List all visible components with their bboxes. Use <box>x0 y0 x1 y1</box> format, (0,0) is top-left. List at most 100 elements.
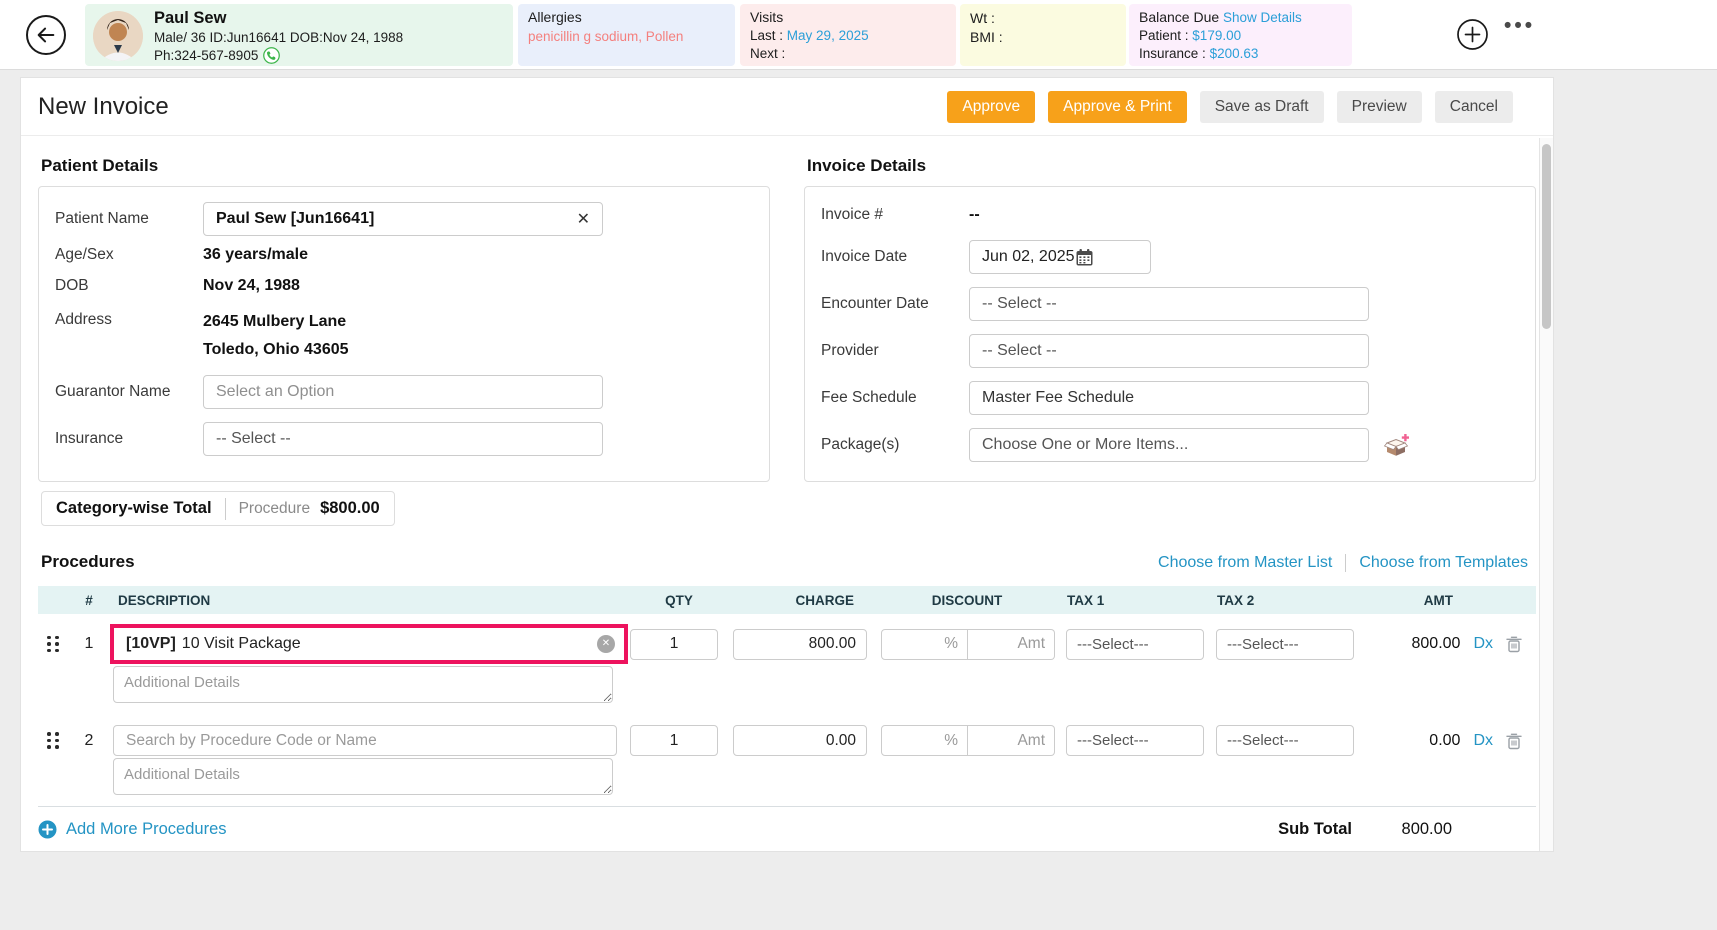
cancel-button[interactable]: Cancel <box>1435 91 1513 123</box>
fee-schedule-select[interactable]: Master Fee Schedule <box>969 381 1369 415</box>
more-options-button[interactable]: ••• <box>1504 14 1535 38</box>
discount-amount-input[interactable] <box>968 725 1055 756</box>
allergies-value: penicillin g sodium, Pollen <box>528 29 725 44</box>
vitals-card[interactable]: Wt : BMI : <box>960 4 1126 66</box>
preview-button[interactable]: Preview <box>1337 91 1422 123</box>
subtotal-label: Sub Total <box>1278 820 1352 839</box>
visits-last-label: Last : <box>750 28 783 43</box>
dx-link[interactable]: Dx <box>1473 732 1493 750</box>
insurance-label: Insurance <box>55 430 203 448</box>
page-title: New Invoice <box>38 93 169 121</box>
package-icon[interactable] <box>1383 432 1410 459</box>
drag-handle-icon[interactable] <box>38 732 68 749</box>
procedure-code: [10VP] <box>126 635 176 653</box>
drag-handle-icon[interactable] <box>38 636 68 653</box>
procedure-description-field[interactable]: [10VP] 10 Visit Package ✕ <box>110 624 628 664</box>
packages-select[interactable]: Choose One or More Items... <box>969 428 1369 462</box>
tax2-select[interactable]: ---Select--- <box>1216 725 1354 756</box>
approve-button[interactable]: Approve <box>947 91 1035 123</box>
save-as-draft-button[interactable]: Save as Draft <box>1200 91 1324 123</box>
row-number: 2 <box>68 732 110 750</box>
phone-icon[interactable] <box>263 47 280 64</box>
arrow-left-icon <box>35 24 57 46</box>
procedures-title: Procedures <box>41 552 135 572</box>
calendar-icon[interactable] <box>1075 248 1094 267</box>
provider-select[interactable]: -- Select -- <box>969 334 1369 368</box>
col-charge: CHARGE <box>730 593 874 608</box>
add-more-procedures-link[interactable]: Add More Procedures <box>38 820 227 839</box>
col-description: DESCRIPTION <box>110 593 628 608</box>
delete-row-icon[interactable] <box>1506 732 1522 750</box>
balance-insurance-label: Insurance : <box>1139 46 1206 61</box>
tax2-select[interactable]: ---Select--- <box>1216 629 1354 660</box>
qty-input[interactable] <box>630 725 718 756</box>
tax1-select[interactable]: ---Select--- <box>1066 725 1204 756</box>
charge-input[interactable] <box>733 725 867 756</box>
patient-details-title: Patient Details <box>41 156 770 176</box>
guarantor-label: Guarantor Name <box>55 383 203 401</box>
discount-percent-input[interactable] <box>881 725 968 756</box>
clear-procedure-icon[interactable]: ✕ <box>597 635 615 653</box>
clear-patient-icon[interactable]: ✕ <box>577 209 590 229</box>
plus-circle-icon <box>1456 18 1489 51</box>
row-amount: 800.00 <box>1412 635 1461 653</box>
qty-input[interactable] <box>630 629 718 660</box>
back-button[interactable] <box>26 15 66 55</box>
dx-link[interactable]: Dx <box>1473 635 1493 653</box>
discount-percent-input[interactable] <box>881 629 968 660</box>
address-label: Address <box>55 308 203 329</box>
discount-amount-input[interactable] <box>968 629 1055 660</box>
insurance-select[interactable]: -- Select -- <box>203 422 603 456</box>
divider <box>225 498 226 520</box>
visits-last-value: May 29, 2025 <box>787 28 869 43</box>
delete-row-icon[interactable] <box>1506 635 1522 653</box>
col-tax1: TAX 1 <box>1060 593 1210 608</box>
col-tax2: TAX 2 <box>1210 593 1361 608</box>
patient-name-field[interactable]: Paul Sew [Jun16641] ✕ <box>203 202 603 236</box>
balance-due-label: Balance Due <box>1139 9 1219 25</box>
new-invoice-panel: New Invoice Approve Approve & Print Save… <box>20 77 1554 852</box>
procedure-row-details <box>38 756 1536 795</box>
plus-circle-icon <box>38 820 57 839</box>
ellipsis-icon: ••• <box>1504 14 1535 37</box>
invoice-details-title: Invoice Details <box>807 156 1536 176</box>
age-sex-value: 36 years/male <box>203 246 308 264</box>
visits-card[interactable]: Visits Last : May 29, 2025 Next : <box>740 4 956 66</box>
show-details-link[interactable]: Show Details <box>1223 10 1302 25</box>
category-amount: $800.00 <box>320 499 380 518</box>
choose-from-templates-link[interactable]: Choose from Templates <box>1359 554 1528 572</box>
approve-print-button[interactable]: Approve & Print <box>1048 91 1187 123</box>
charge-input[interactable] <box>733 629 867 660</box>
encounter-date-select[interactable]: -- Select -- <box>969 287 1369 321</box>
guarantor-select[interactable]: Select an Option <box>203 375 603 409</box>
procedure-search-input[interactable] <box>113 725 617 756</box>
visits-label: Visits <box>750 9 946 25</box>
add-new-button[interactable] <box>1456 18 1489 51</box>
category-total-label: Category-wise Total <box>56 499 212 518</box>
patient-details-section: Patient Details Patient Name Paul Sew [J… <box>38 136 770 526</box>
patient-summary-card[interactable]: Paul Sew Male/ 36 ID:Jun16641 DOB:Nov 24… <box>85 4 513 66</box>
procedure-row: 1 [10VP] 10 Visit Package ✕ ---Select---… <box>38 624 1536 664</box>
dob-label: DOB <box>55 277 203 295</box>
invoice-number-label: Invoice # <box>821 206 969 224</box>
choose-from-master-list-link[interactable]: Choose from Master List <box>1158 554 1332 572</box>
balance-due-card[interactable]: Balance Due Show Details Patient : $179.… <box>1129 4 1352 66</box>
procedures-footer: Add More Procedures Sub Total 800.00 <box>38 806 1536 839</box>
additional-details-textarea[interactable] <box>113 666 613 703</box>
vertical-scrollbar[interactable] <box>1539 138 1553 851</box>
row-amount: 0.00 <box>1429 732 1460 750</box>
procedures-table: # DESCRIPTION QTY CHARGE DISCOUNT TAX 1 … <box>38 586 1536 839</box>
additional-details-textarea[interactable] <box>113 758 613 795</box>
patient-name: Paul Sew <box>154 8 403 28</box>
col-discount: DISCOUNT <box>874 593 1060 608</box>
tax1-select[interactable]: ---Select--- <box>1066 629 1204 660</box>
address-line1: 2645 Mulbery Lane <box>203 308 349 336</box>
age-sex-label: Age/Sex <box>55 246 203 264</box>
procedure-name: 10 Visit Package <box>182 635 301 653</box>
subtotal-value: 800.00 <box>1352 820 1452 839</box>
scrollbar-thumb[interactable] <box>1542 144 1551 329</box>
allergies-card[interactable]: Allergies penicillin g sodium, Pollen <box>518 4 735 66</box>
address-line2: Toledo, Ohio 43605 <box>203 336 349 364</box>
invoice-date-field[interactable]: Jun 02, 2025 <box>969 240 1151 274</box>
packages-label: Package(s) <box>821 436 969 454</box>
